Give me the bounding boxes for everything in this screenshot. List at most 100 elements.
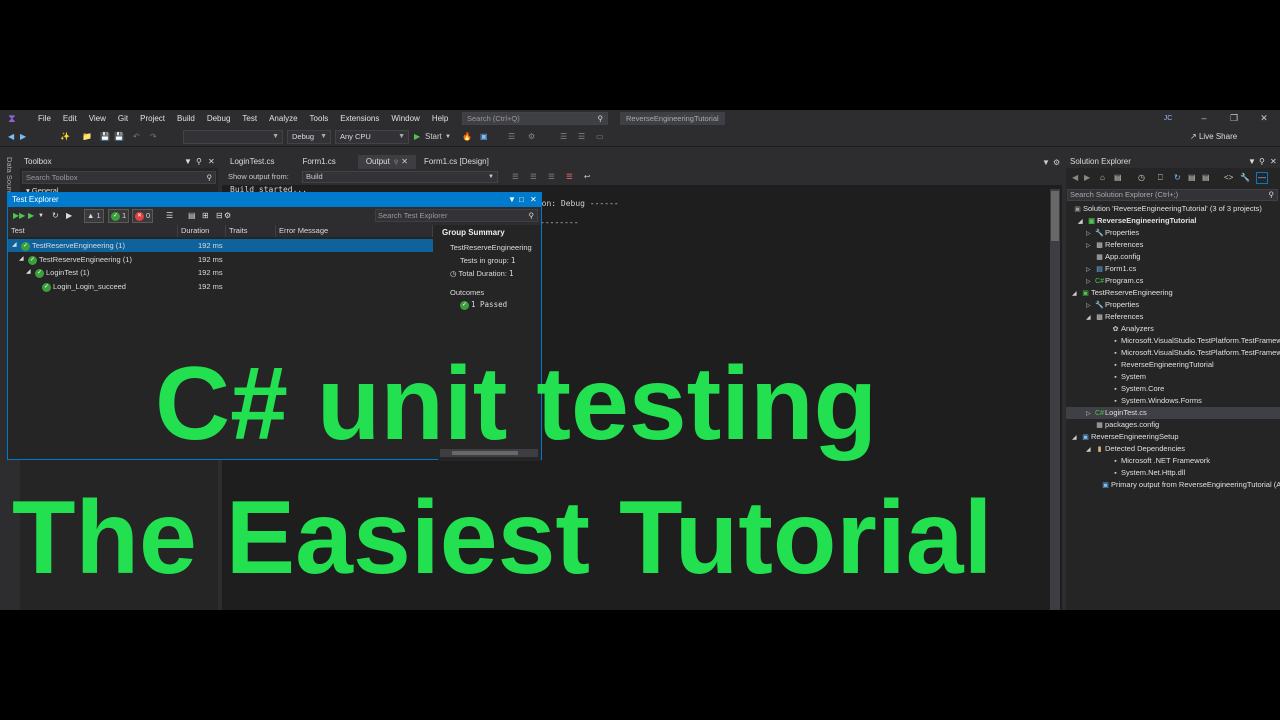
close-icon[interactable]: ✕: [208, 155, 215, 168]
properties-wrench-icon[interactable]: 🔧: [1240, 169, 1250, 187]
passed-tests-filter[interactable]: ✓ 1: [108, 209, 130, 223]
tree-item[interactable]: ▪ ReverseEngineeringTutorial: [1066, 359, 1280, 371]
menu-project[interactable]: Project: [134, 110, 171, 127]
test-row[interactable]: ◢ ✓ TestReserveEngineering (1) 192 ms: [8, 239, 433, 252]
forward-icon[interactable]: ▶: [20, 130, 26, 144]
preview-selected-icon[interactable]: —: [1256, 172, 1268, 184]
settings-gear-icon[interactable]: ⚙: [1053, 158, 1060, 167]
close-icon[interactable]: ✕: [401, 157, 408, 166]
output-scrollbar[interactable]: [1050, 189, 1060, 610]
pin-icon[interactable]: ⚲: [196, 155, 202, 168]
expand-all-icon[interactable]: ⊞: [202, 210, 209, 222]
run-dropdown-icon[interactable]: ▼: [38, 210, 44, 222]
column-duration[interactable]: Duration: [178, 225, 226, 237]
tree-item[interactable]: ▦ packages.config: [1066, 419, 1280, 431]
next-message-icon[interactable]: ☰: [548, 169, 555, 185]
save-all-icon[interactable]: 💾: [114, 130, 124, 144]
toolbar-icon[interactable]: ☰: [560, 130, 567, 144]
output-source-dropdown[interactable]: Build ▼: [302, 171, 498, 183]
playlist-icon[interactable]: ☰: [166, 210, 173, 222]
tree-item[interactable]: ◢ ▮ Detected Dependencies: [1066, 443, 1280, 455]
close-icon[interactable]: ✕: [1270, 155, 1277, 168]
start-play-icon[interactable]: ▶: [414, 130, 420, 144]
tab-form1-cs[interactable]: Form1.cs: [282, 155, 343, 169]
collapse-all-icon[interactable]: ⊟: [216, 210, 223, 222]
tree-item[interactable]: ✿ Analyzers: [1066, 323, 1280, 335]
expanded-arrow-icon[interactable]: ◢: [26, 266, 31, 279]
show-all-files-icon[interactable]: ▤: [1202, 169, 1210, 187]
solution-config-dropdown[interactable]: ▼: [183, 130, 283, 144]
toolbar-icon[interactable]: ⚙: [528, 130, 535, 144]
expanded-arrow-icon[interactable]: ◢: [19, 253, 24, 266]
scrollbar-thumb[interactable]: [1051, 191, 1059, 241]
close-window-button[interactable]: ✕: [1256, 112, 1272, 125]
panel-dropdown-icon[interactable]: ▼: [184, 155, 192, 168]
user-avatar[interactable]: JC: [1161, 113, 1175, 124]
code-view-icon[interactable]: <>: [1224, 169, 1233, 187]
tree-item-project[interactable]: ◢ ▣ TestReserveEngineering: [1066, 287, 1280, 299]
pin-icon[interactable]: ⚲: [1259, 155, 1265, 168]
menu-analyze[interactable]: Analyze: [263, 110, 303, 127]
tree-item[interactable]: ▣ Primary output from ReverseEngineeringT…: [1066, 479, 1280, 491]
tree-item[interactable]: ▷ ▩ References: [1066, 239, 1280, 251]
forward-icon[interactable]: ▶: [1084, 169, 1090, 187]
run-failed-icon[interactable]: ▶: [66, 210, 72, 222]
menu-tools[interactable]: Tools: [304, 110, 335, 127]
word-wrap-icon[interactable]: ↩: [584, 169, 590, 185]
tree-item[interactable]: ▷ ▤ Form1.cs: [1066, 263, 1280, 275]
undo-icon[interactable]: ↶: [133, 130, 140, 144]
maximize-icon[interactable]: □: [519, 193, 524, 207]
menu-edit[interactable]: Edit: [57, 110, 83, 127]
redo-icon[interactable]: ↷: [150, 130, 157, 144]
clear-all-icon[interactable]: ☰: [566, 169, 573, 185]
solution-search-input[interactable]: Search Solution Explorer (Ctrl+;) ⚲: [1067, 189, 1278, 201]
menu-window[interactable]: Window: [385, 110, 425, 127]
tree-item-project[interactable]: ◢ ▣ ReverseEngineeringTutorial: [1066, 215, 1280, 227]
run-all-icon[interactable]: ▶▶: [13, 210, 25, 222]
tree-item-selected[interactable]: ▷ C#LoginTest.cs: [1066, 407, 1280, 419]
tree-item-solution[interactable]: ▣ Solution 'ReverseEngineeringTutorial' (…: [1066, 203, 1280, 215]
tree-item[interactable]: ◢ ▩ References: [1066, 311, 1280, 323]
test-row[interactable]: ◢ ✓ TestReserveEngineering (1) 192 ms: [8, 253, 433, 266]
build-config-dropdown[interactable]: Debug ▼: [287, 130, 331, 144]
menu-git[interactable]: Git: [112, 110, 134, 127]
tab-dropdown-icon[interactable]: ▼: [1042, 158, 1050, 167]
tree-item[interactable]: ▪ System.Windows.Forms: [1066, 395, 1280, 407]
tab-logintest-cs[interactable]: LoginTest.cs: [222, 155, 282, 169]
column-test[interactable]: Test: [8, 225, 178, 237]
pin-icon[interactable]: ⚲: [394, 160, 398, 166]
hot-reload-icon[interactable]: 🔥: [462, 130, 472, 144]
global-search-input[interactable]: Search (Ctrl+Q) ⚲: [462, 112, 608, 125]
menu-extensions[interactable]: Extensions: [334, 110, 385, 127]
tree-item[interactable]: ▦ App.config: [1066, 251, 1280, 263]
tree-item[interactable]: ▷ 🔧Properties: [1066, 299, 1280, 311]
history-icon[interactable]: ◷: [1138, 169, 1145, 187]
expanded-arrow-icon[interactable]: ◢: [12, 239, 17, 252]
menu-build[interactable]: Build: [171, 110, 201, 127]
tab-form1-design[interactable]: Form1.cs [Design]: [416, 155, 497, 169]
tree-item[interactable]: ▪ Microsoft.VisualStudio.TestPlatform.Tes…: [1066, 335, 1280, 347]
panel-dropdown-icon[interactable]: ▼: [1248, 155, 1256, 168]
test-row[interactable]: ◢ ✓ LoginTest (1) 192 ms: [8, 266, 433, 279]
tree-item[interactable]: ▪ System.Net.Http.dll: [1066, 467, 1280, 479]
pending-changes-icon[interactable]: ⎕: [1158, 169, 1163, 187]
toolbox-search-input[interactable]: Search Toolbox ⚲: [22, 171, 216, 184]
platform-dropdown[interactable]: Any CPU ▼: [335, 130, 409, 144]
total-tests-filter[interactable]: ▲ 1: [84, 209, 104, 223]
menu-help[interactable]: Help: [426, 110, 454, 127]
minimize-button[interactable]: –: [1196, 112, 1212, 125]
start-dropdown-icon[interactable]: ▼: [445, 130, 451, 144]
toolbar-icon[interactable]: ▭: [596, 130, 604, 144]
settings-gear-icon[interactable]: ⚙: [224, 210, 231, 222]
toolbar-icon[interactable]: ☰: [578, 130, 585, 144]
run-icon[interactable]: ▶: [28, 210, 34, 222]
live-share-button[interactable]: ↗ Live Share: [1190, 130, 1237, 144]
save-icon[interactable]: 💾: [100, 130, 110, 144]
column-traits[interactable]: Traits: [226, 225, 276, 237]
repeat-last-run-icon[interactable]: ↻: [52, 210, 59, 222]
menu-file[interactable]: File: [32, 110, 57, 127]
window-dropdown-icon[interactable]: ▼: [508, 193, 516, 207]
group-by-icon[interactable]: ▤: [188, 210, 196, 222]
switch-views-icon[interactable]: ▤: [1114, 169, 1122, 187]
tree-item[interactable]: ▪ System.Core: [1066, 383, 1280, 395]
